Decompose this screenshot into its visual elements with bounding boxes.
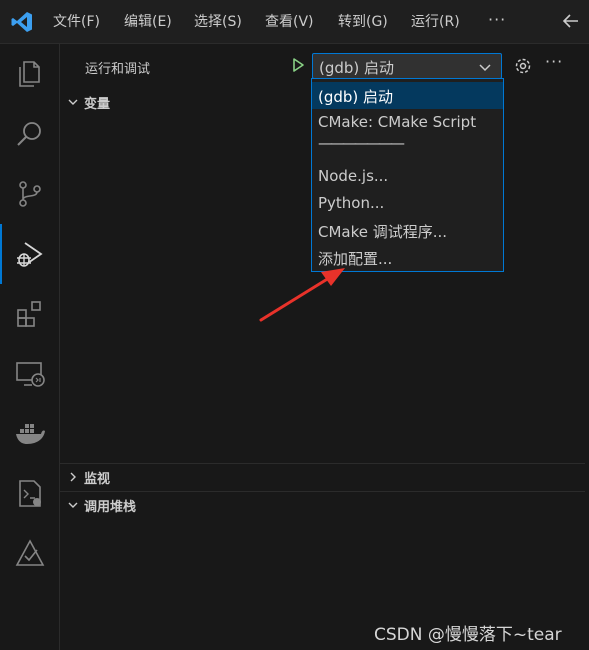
search-icon[interactable] <box>0 110 60 158</box>
arrow-left-icon[interactable] <box>560 10 582 32</box>
dropdown-option[interactable]: CMake 调试程序... <box>312 217 503 244</box>
section-call-stack[interactable]: 调用堆栈 <box>60 491 585 518</box>
menu-file[interactable]: 文件(F) <box>53 12 100 32</box>
dropdown-option[interactable]: Node.js... <box>312 163 503 190</box>
section-watch-label: 监视 <box>84 472 111 487</box>
chevron-right-icon <box>70 472 76 482</box>
chevron-down-icon <box>68 99 78 105</box>
debug-config-dropdown: (gdb) 启动 CMake: CMake Script ——————— Nod… <box>311 78 504 272</box>
debug-config-select[interactable]: (gdb) 启动 <box>312 53 502 79</box>
play-icon <box>293 58 304 72</box>
cmake-icon[interactable] <box>0 470 60 518</box>
start-debugging-button[interactable] <box>287 54 309 76</box>
dropdown-option[interactable]: Python... <box>312 190 503 217</box>
selected-config: (gdb) 启动 <box>319 59 395 77</box>
watermark: CSDN @慢慢落下~tear <box>374 625 562 645</box>
section-variables-label: 变量 <box>84 97 111 112</box>
menubar: 文件(F) 编辑(E) 选择(S) 查看(V) 转到(G) 运行(R) ··· <box>0 0 589 44</box>
panel-title: 运行和调试 <box>85 62 151 77</box>
run-debug-icon[interactable] <box>0 224 60 284</box>
testing-icon[interactable] <box>0 530 60 578</box>
dropdown-separator: ——————— <box>318 134 405 152</box>
section-watch[interactable]: 监视 <box>60 463 585 490</box>
dropdown-option[interactable]: (gdb) 启动 <box>312 82 503 109</box>
menu-run[interactable]: 运行(R) <box>411 12 460 32</box>
extensions-icon[interactable] <box>0 290 60 338</box>
panel-more-icon[interactable]: ··· <box>545 52 563 71</box>
chevron-down-icon <box>68 502 78 508</box>
activity-bar <box>0 44 60 650</box>
section-call-stack-label: 调用堆栈 <box>84 500 137 515</box>
source-control-icon[interactable] <box>0 170 60 218</box>
docker-icon[interactable] <box>0 410 60 458</box>
menu-go[interactable]: 转到(G) <box>338 12 388 32</box>
vscode-logo-icon[interactable] <box>10 10 34 34</box>
menubar-more-icon[interactable]: ··· <box>488 10 506 29</box>
chevron-down-icon <box>479 64 491 72</box>
menu-view[interactable]: 查看(V) <box>265 12 314 32</box>
remote-explorer-icon[interactable] <box>0 350 60 398</box>
gear-icon[interactable] <box>512 55 534 77</box>
menu-edit[interactable]: 编辑(E) <box>124 12 172 32</box>
annotation-arrow <box>259 268 345 322</box>
explorer-icon[interactable] <box>0 50 60 98</box>
dropdown-option[interactable]: CMake: CMake Script <box>312 109 503 136</box>
menu-selection[interactable]: 选择(S) <box>194 12 242 32</box>
